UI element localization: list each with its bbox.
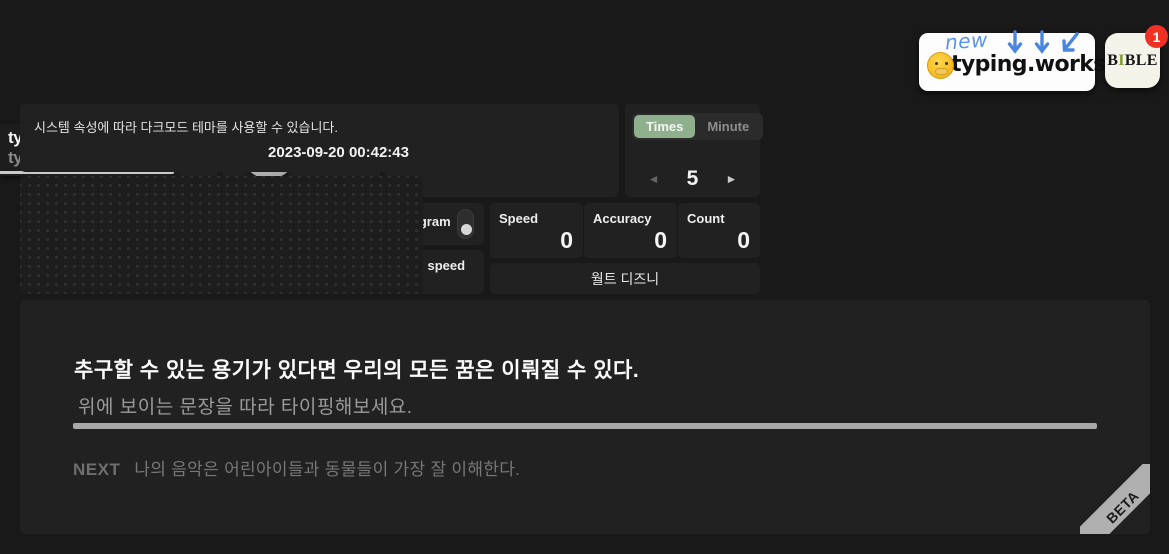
- times-mode-segmented-control: Times Minute: [632, 113, 764, 140]
- info-panel: 시스템 속성에 따라 다크모드 테마를 사용할 수 있습니다. 2023-09-…: [20, 104, 423, 294]
- system-message-box: 시스템 속성에 따라 다크모드 테마를 사용할 수 있습니다. 2023-09-…: [20, 104, 423, 172]
- promo-new-label: new: [944, 27, 989, 55]
- count-panel: Count 0: [678, 203, 760, 258]
- accuracy-label: Accuracy: [593, 211, 652, 226]
- top-badge-group: new typing.works BIBLE 1: [919, 25, 1168, 91]
- times-stepper: ◄ 5 ►: [625, 167, 760, 191]
- stepper-decrement-icon[interactable]: ◄: [648, 172, 660, 186]
- beta-ribbon: BETA: [1080, 464, 1150, 534]
- timestamp: 2023-09-20 00:42:43: [268, 144, 409, 161]
- speed-label: Speed: [499, 211, 539, 226]
- times-value: 5: [686, 167, 699, 190]
- tab-minute[interactable]: Minute: [695, 115, 761, 138]
- toggle-knob: [461, 224, 472, 235]
- control-row: typing.works typing.works ? English Nati…: [0, 104, 1150, 294]
- speed-value: 0: [560, 227, 573, 253]
- author-name: 월트 디즈니: [590, 270, 660, 287]
- target-sentence: 추구할 수 있는 용기가 있다면 우리의 모든 꿈은 이뤄질 수 있다.: [74, 359, 640, 382]
- pangram-toggle[interactable]: [457, 209, 474, 239]
- typing-panel: 추구할 수 있는 용기가 있다면 우리의 모든 꿈은 이뤄질 수 있다. 위에 …: [20, 300, 1150, 534]
- dot-matrix-display: [20, 176, 423, 294]
- beta-label: BETA: [1102, 487, 1142, 527]
- app-root: new typing.works BIBLE 1 Times Minute ◄ …: [0, 0, 1169, 554]
- tab-times[interactable]: Times: [634, 115, 696, 138]
- count-label: Count: [687, 211, 725, 226]
- progress-bar: [73, 423, 1097, 429]
- promo-arrows-icon: [1007, 30, 1079, 54]
- next-sentence: 나의 음악은 어린아이들과 동물들이 가장 잘 이해한다.: [134, 460, 521, 479]
- main-shell: typing.works typing.works ? English Nati…: [0, 104, 1150, 534]
- notification-badge: 1: [1145, 25, 1168, 48]
- system-message: 시스템 속성에 따라 다크모드 테마를 사용할 수 있습니다.: [34, 120, 338, 135]
- stepper-increment-icon[interactable]: ►: [726, 172, 738, 186]
- next-label: NEXT: [73, 460, 121, 479]
- shushing-face-emoji: [927, 51, 954, 79]
- author-panel: 월트 디즈니: [490, 263, 760, 294]
- bible-label: BIBLE: [1107, 51, 1158, 69]
- promo-typing-works-badge[interactable]: new typing.works: [919, 28, 1106, 91]
- next-sentence-row: NEXT 나의 음악은 어린아이들과 동물들이 가장 잘 이해한다.: [73, 455, 520, 480]
- speed-panel: Speed 0: [490, 203, 583, 258]
- emoji-hand: [935, 67, 948, 75]
- typing-input[interactable]: 위에 보이는 문장을 따라 타이핑해보세요.: [78, 392, 413, 419]
- count-value: 0: [737, 227, 750, 253]
- accuracy-panel: Accuracy 0: [584, 203, 677, 258]
- accuracy-value: 0: [654, 227, 667, 253]
- bible-app-button[interactable]: BIBLE 1: [1105, 25, 1168, 88]
- times-panel: Times Minute ◄ 5 ►: [625, 104, 764, 197]
